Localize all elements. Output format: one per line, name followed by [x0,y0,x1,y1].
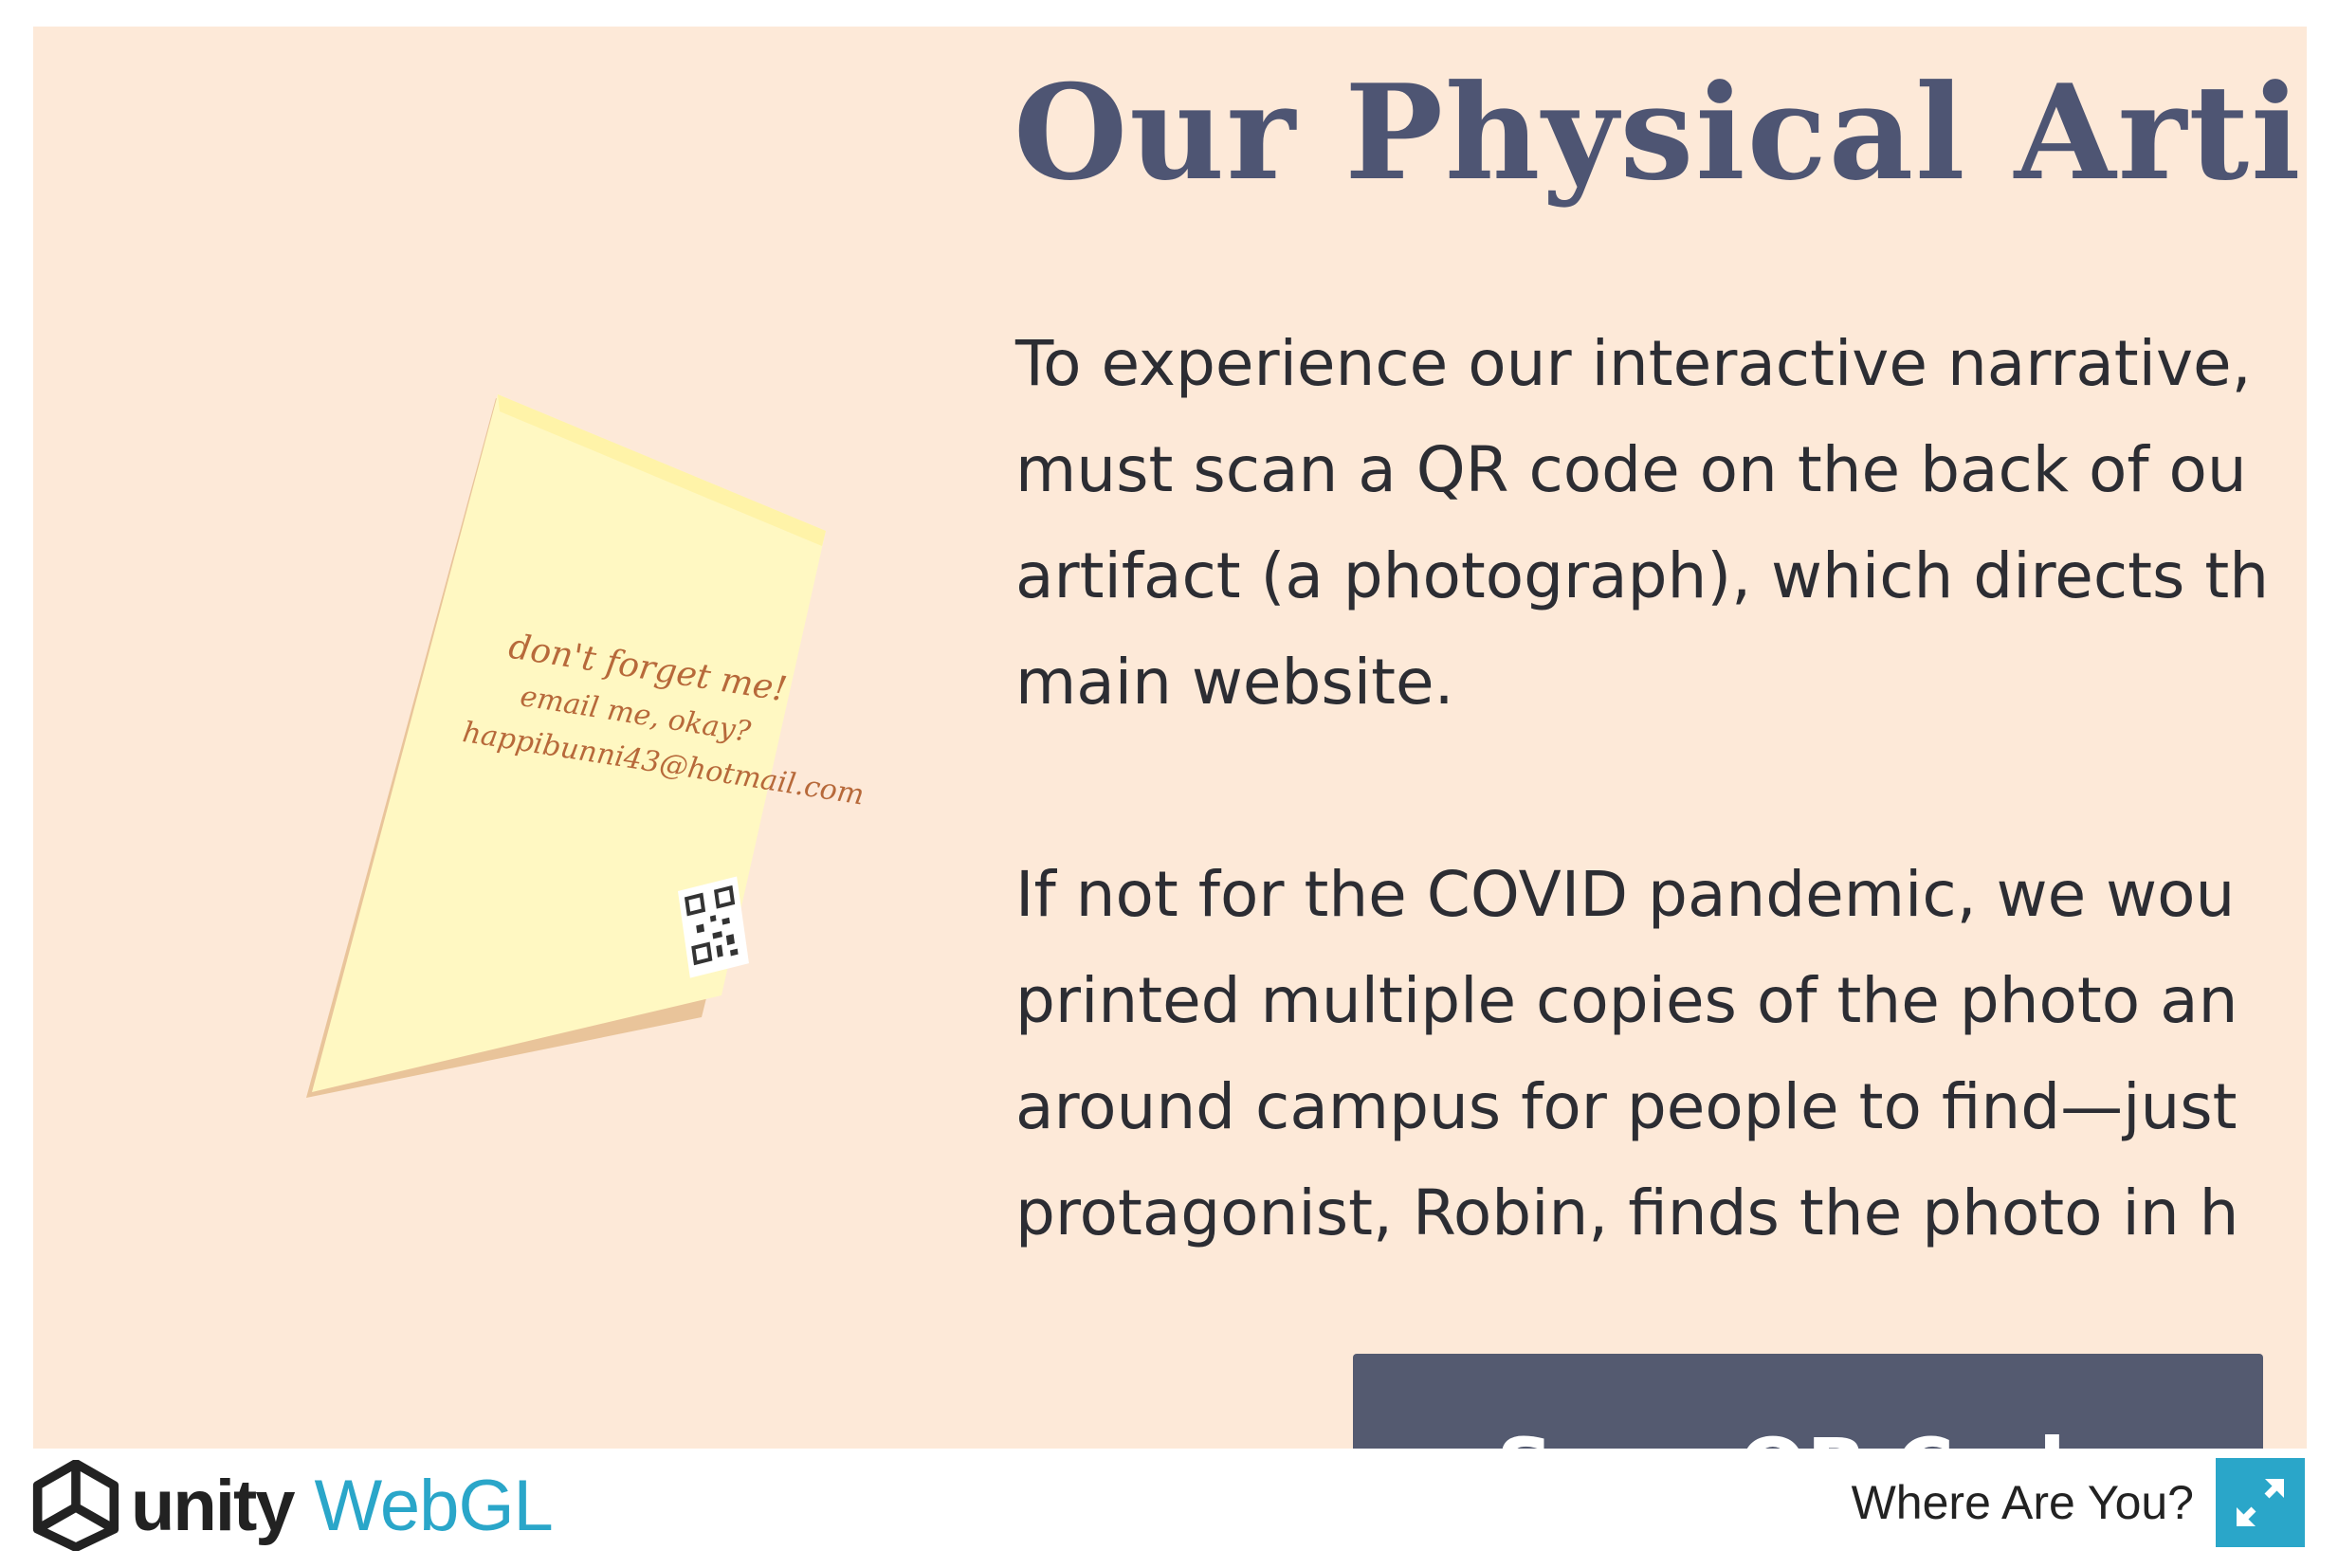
webgl-footer: unity WebGL Where Are You? [0,1449,2338,1568]
unity-wordmark: unity [131,1465,296,1546]
unity-logo-icon [32,1460,119,1551]
webgl-wordmark: WebGL [314,1465,554,1546]
scan-qr-code-button[interactable]: Scan QR Code [1353,1354,2263,1449]
game-title: Where Are You? [1851,1476,2194,1529]
photograph-artifact[interactable]: don't forget me! email me, okay? happibu… [33,27,981,1449]
qr-code-icon [678,876,749,978]
fullscreen-icon [2237,1479,2284,1526]
fullscreen-button[interactable] [2216,1458,2305,1547]
intro-paragraph: To experience our interactive narrative,… [1015,327,2270,719]
unity-webgl-logo: unity WebGL [30,1458,554,1553]
page-heading: Our Physical Arti [1014,55,2303,210]
covid-paragraph: If not for the COVID pandemic, we wou pr… [1015,858,2239,1249]
unity-canvas[interactable]: don't forget me! email me, okay? happibu… [33,27,2307,1449]
